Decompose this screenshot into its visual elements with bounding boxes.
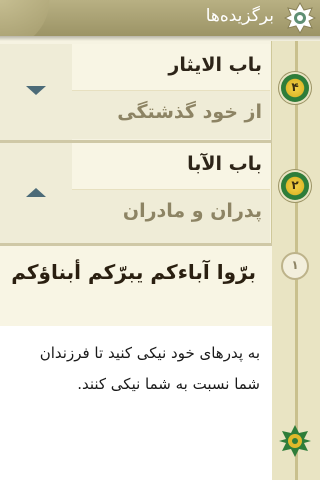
verse-arabic: برّوا آباءکم یبرّکم أبناؤکم: [0, 246, 272, 326]
up-arrow-icon: [26, 188, 46, 197]
item-badge[interactable]: ۴: [281, 74, 309, 102]
item-title: باب الآبا: [72, 143, 270, 190]
collapse-toggle[interactable]: [0, 143, 72, 243]
item-title-text: باب الآبا: [187, 153, 262, 175]
item-subtitle-text: از خود گذشتگی: [117, 101, 262, 123]
item-subtitle: پدران و مادران: [72, 190, 270, 243]
item-subtitle-text: پدران و مادران: [122, 200, 262, 222]
item-subtitle: از خود گذشتگی: [72, 91, 270, 139]
app-logo-icon: [284, 2, 316, 34]
list-item[interactable]: باب الآبا پدران و مادران: [0, 143, 272, 243]
down-arrow-icon: [26, 86, 46, 95]
collapse-toggle[interactable]: [0, 44, 72, 140]
item-badge[interactable]: ۲: [281, 172, 309, 200]
ornament-star-icon: [279, 425, 311, 457]
item-title: باب الایثار: [72, 44, 270, 91]
item-title-text: باب الایثار: [168, 54, 262, 76]
verse-badge[interactable]: ۱: [281, 252, 309, 280]
page-title: برگزیده‌ها: [205, 6, 274, 26]
verse-translation-text: به پدرهای خود نیکی کنید تا فرزندان شما ن…: [39, 344, 260, 393]
list-item[interactable]: باب الایثار از خود گذشتگی: [0, 44, 272, 140]
app-header: برگزیده‌ها: [0, 0, 320, 36]
verse-translation: به پدرهای خود نیکی کنید تا فرزندان شما ن…: [0, 326, 272, 480]
header-ornament: [0, 0, 60, 36]
verse-arabic-text: برّوا آباءکم یبرّکم أبناؤکم: [11, 260, 256, 284]
